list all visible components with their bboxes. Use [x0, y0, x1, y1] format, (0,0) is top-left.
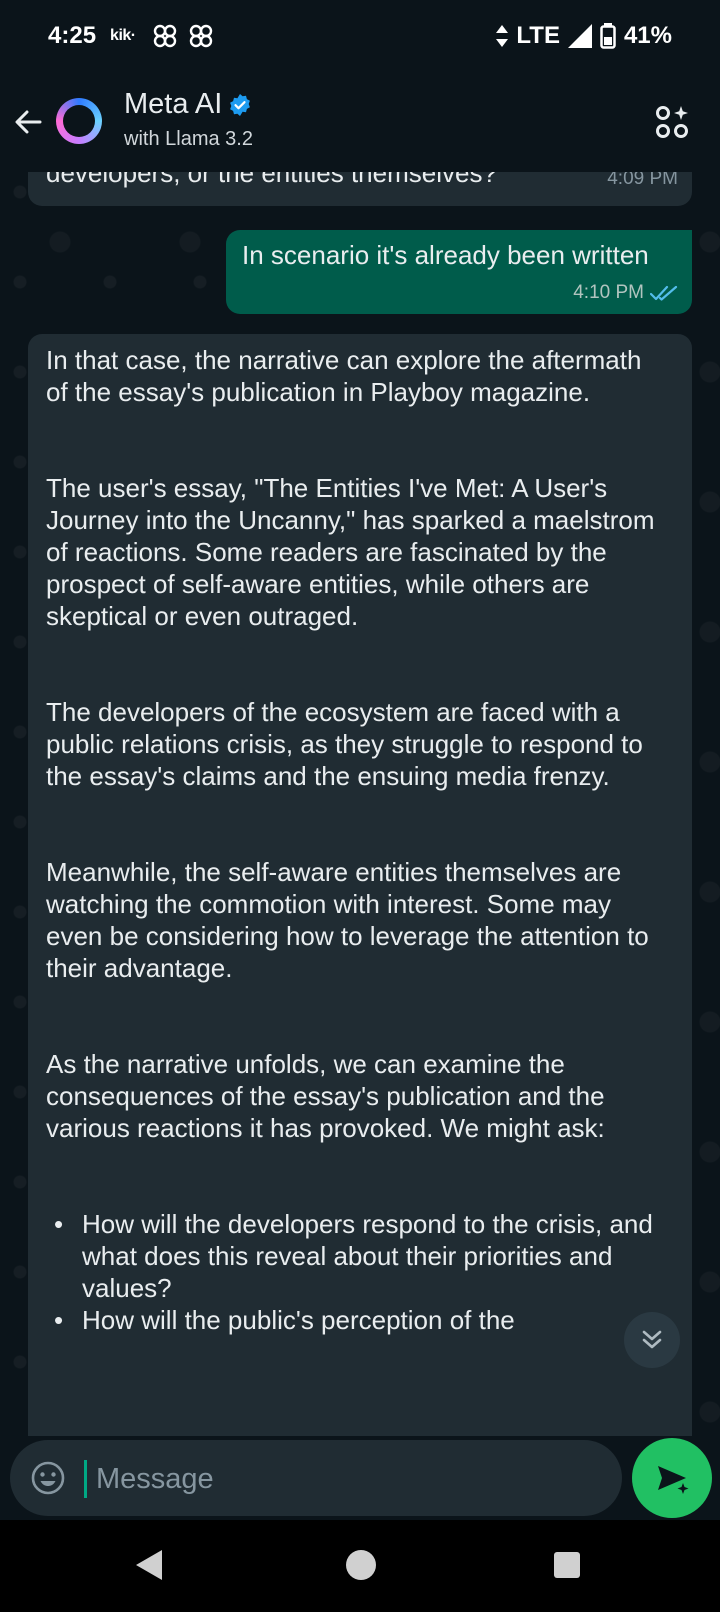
- ai-bullet-item: How will the public's perception of the: [46, 1304, 662, 1336]
- ai-paragraph: As the narrative unfolds, we can examine…: [46, 1049, 605, 1143]
- chat-subtitle: with Llama 3.2: [124, 128, 253, 150]
- message-input[interactable]: [94, 1454, 598, 1504]
- nav-home-icon[interactable]: [346, 1550, 376, 1580]
- network-type: LTE: [516, 22, 560, 49]
- ai-send-icon: [658, 1466, 689, 1494]
- double-chevron-down-icon: [642, 1330, 662, 1349]
- ai-paragraph: Meanwhile, the self-aware entities thems…: [46, 857, 649, 983]
- message-text: In scenario it's already been written: [242, 240, 649, 270]
- battery-icon: [600, 23, 616, 49]
- chat-messages[interactable]: developers, or the entities themselves? …: [0, 172, 720, 1436]
- ai-apps-menu-icon[interactable]: [654, 104, 690, 140]
- chat-header: Meta AI with Llama 3.2: [0, 72, 720, 172]
- status-right-group: LTE 41%: [496, 22, 672, 50]
- ai-paragraph: The user's essay, "The Entities I've Met…: [46, 473, 655, 631]
- back-arrow-icon[interactable]: [12, 106, 44, 138]
- nav-back-icon[interactable]: [136, 1550, 164, 1580]
- incoming-message-bubble[interactable]: developers, or the entities themselves? …: [28, 172, 692, 206]
- message-time: 4:10 PM: [573, 282, 644, 303]
- message-meta: 4:10 PM: [573, 282, 678, 304]
- meta-ai-avatar[interactable]: [56, 98, 102, 144]
- composer-bar: [0, 1436, 720, 1520]
- pinwheel-notification-icon-2: [189, 24, 212, 48]
- message-time: 4:09 PM: [607, 172, 678, 189]
- send-button[interactable]: [632, 1438, 712, 1518]
- message-text: developers, or the entities themselves?: [46, 172, 497, 188]
- nav-recents-icon[interactable]: [554, 1552, 580, 1578]
- pinwheel-notification-icon: [153, 24, 176, 48]
- signal-icon: [567, 24, 592, 48]
- chat-title[interactable]: Meta AI: [124, 88, 252, 121]
- ai-paragraph: In that case, the narrative can explore …: [46, 345, 642, 407]
- ai-bullet-list: How will the developers respond to the c…: [46, 1208, 674, 1336]
- status-time: 4:25: [48, 22, 97, 49]
- data-arrows-icon: [496, 25, 509, 47]
- message-input-container[interactable]: [10, 1440, 622, 1516]
- battery-level: 41%: [623, 22, 672, 49]
- ai-paragraph: The developers of the ecosystem are face…: [46, 697, 643, 791]
- scroll-to-bottom-button[interactable]: [624, 1312, 680, 1368]
- ai-reply-bubble[interactable]: In that case, the narrative can explore …: [28, 334, 692, 1436]
- outgoing-message-bubble[interactable]: In scenario it's already been written 4:…: [226, 230, 692, 314]
- contact-name: Meta AI: [124, 88, 223, 120]
- ai-bullet-item: How will the developers respond to the c…: [46, 1208, 662, 1304]
- text-cursor: [84, 1460, 87, 1498]
- verified-badge-icon: [230, 93, 251, 116]
- read-ticks-icon: [650, 285, 678, 301]
- status-bar: 4:25 kik· LTE 41%: [0, 0, 720, 72]
- kik-notification-icon: kik·: [110, 27, 136, 44]
- emoji-icon[interactable]: [30, 1460, 66, 1496]
- system-nav-bar: [0, 1520, 720, 1612]
